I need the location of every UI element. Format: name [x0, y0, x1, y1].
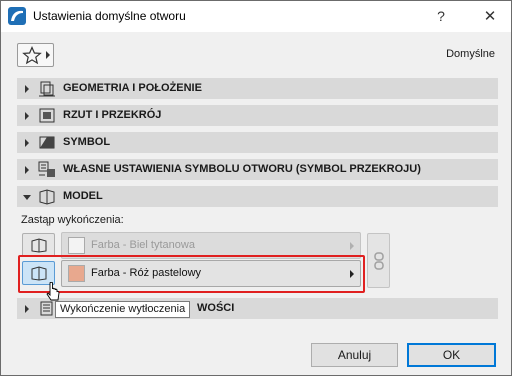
chain-link-icon: [374, 252, 384, 270]
cancel-button[interactable]: Anuluj: [311, 343, 398, 367]
surface-icon: [31, 238, 47, 253]
window-title: Ustawienia domyślne otworu: [33, 9, 186, 23]
star-icon: [22, 46, 42, 65]
app-icon: [8, 7, 26, 25]
panel-model[interactable]: MODEL: [17, 186, 498, 207]
title-bar: Ustawienia domyślne otworu ? ✕: [1, 1, 511, 32]
symbol-icon: [38, 134, 56, 151]
geometry-icon: [38, 80, 56, 97]
expand-arrow-icon: [25, 139, 29, 147]
dropdown-arrow-icon: [46, 51, 50, 59]
panel-geometry[interactable]: GEOMETRIA I POŁOŻENIE: [17, 78, 498, 99]
favorites-button[interactable]: [17, 43, 54, 67]
properties-icon: [38, 300, 56, 317]
panel-label: WŁASNE USTAWIENIA SYMBOLU OTWORU (SYMBOL…: [63, 163, 421, 175]
collapse-arrow-icon: [23, 195, 31, 200]
custom-symbol-icon: [38, 161, 56, 178]
expand-arrow-icon: [25, 305, 29, 313]
expand-arrow-icon: [25, 112, 29, 120]
close-button[interactable]: ✕: [475, 3, 505, 29]
expand-arrow-icon: [25, 166, 29, 174]
panel-custom-symbol[interactable]: WŁASNE USTAWIENIA SYMBOLU OTWORU (SYMBOL…: [17, 159, 498, 180]
highlight-box: [18, 255, 365, 293]
panel-label: GEOMETRIA I POŁOŻENIE: [63, 82, 202, 94]
panel-plan-section[interactable]: RZUT I PRZEKRÓJ: [17, 105, 498, 126]
dialog-window: Ustawienia domyślne otworu ? ✕ Domyślne …: [0, 0, 512, 376]
panel-label: SYMBOL: [63, 136, 111, 148]
chevron-right-icon: [350, 242, 354, 250]
override-surfaces-label: Zastąp wykończenia:: [21, 214, 124, 226]
model-icon: [38, 188, 56, 205]
expand-arrow-icon: [25, 85, 29, 93]
default-label: Domyślne: [446, 48, 495, 60]
surface-toggle-button[interactable]: [22, 233, 55, 257]
help-button[interactable]: ?: [429, 3, 453, 29]
link-toggle-button[interactable]: [367, 233, 390, 288]
mouse-cursor-icon: [46, 282, 60, 301]
paint-name: Farba - Biel tytanowa: [91, 239, 195, 251]
panel-label: RZUT I PRZEKRÓJ: [63, 109, 162, 121]
panel-symbol[interactable]: SYMBOL: [17, 132, 498, 153]
plan-section-icon: [38, 107, 56, 124]
ok-button[interactable]: OK: [407, 343, 496, 367]
paint-swatch: [68, 237, 85, 254]
panel-label: WOŚCI: [197, 302, 235, 314]
tooltip: Wykończenie wytłoczenia: [55, 301, 191, 318]
panel-label: MODEL: [63, 190, 103, 202]
